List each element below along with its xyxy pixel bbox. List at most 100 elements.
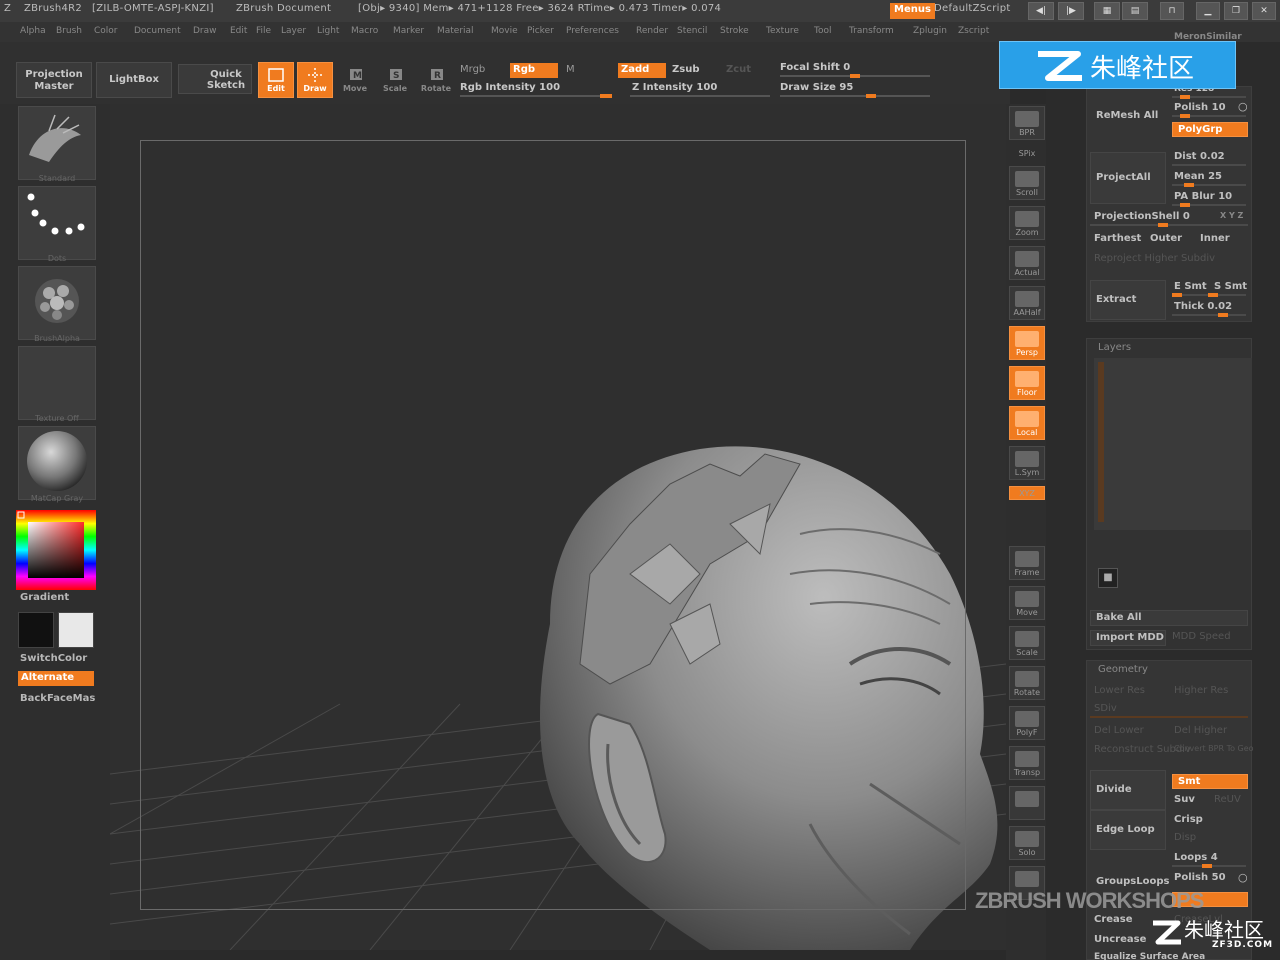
move-button[interactable]: Move: [1009, 586, 1045, 620]
res-knob[interactable]: [1180, 95, 1190, 99]
menus-button[interactable]: Menus: [890, 3, 935, 19]
aahalf-button[interactable]: AAHalf: [1009, 286, 1045, 320]
bake-all-button[interactable]: Bake All: [1090, 610, 1248, 626]
solo-button[interactable]: Solo: [1009, 826, 1045, 860]
gradient-label[interactable]: Gradient: [20, 592, 69, 603]
menu-light[interactable]: Light: [317, 26, 339, 36]
geometry-title[interactable]: Geometry: [1098, 664, 1148, 675]
reproject-higher-subdiv-button[interactable]: Reproject Higher Subdiv: [1094, 253, 1215, 264]
xyz-button[interactable]: XYZ: [1009, 486, 1045, 500]
rotate-mode-button[interactable]: R Rotate: [417, 62, 455, 98]
quick-sketch-button[interactable]: Quick Sketch: [178, 64, 252, 94]
layers-list[interactable]: [1094, 358, 1252, 530]
rotate-y-button[interactable]: [1009, 506, 1045, 522]
del-lower-button[interactable]: Del Lower: [1094, 725, 1144, 736]
stroke-thumbnail[interactable]: [18, 186, 96, 260]
next-layout-icon[interactable]: |▶: [1058, 2, 1084, 20]
lower-res-button[interactable]: Lower Res: [1094, 685, 1145, 696]
minimize-icon[interactable]: ▁: [1196, 2, 1220, 20]
default-zscript-button[interactable]: DefaultZScript: [934, 3, 1011, 14]
texture-thumbnail[interactable]: [18, 346, 96, 420]
rotate-button[interactable]: Rotate: [1009, 666, 1045, 700]
actual-button[interactable]: Actual: [1009, 246, 1045, 280]
thick-slider[interactable]: [1172, 314, 1246, 316]
zadd-toggle[interactable]: Zadd: [618, 63, 666, 78]
menu-material[interactable]: Material: [437, 26, 474, 36]
menu-zplugin[interactable]: Zplugin: [913, 26, 947, 36]
extract-button[interactable]: Extract: [1090, 280, 1166, 320]
menu-tool[interactable]: Tool: [814, 26, 831, 36]
secondary-color-swatch[interactable]: [58, 612, 94, 648]
rgb-intensity-slider[interactable]: [460, 95, 612, 97]
inner-toggle[interactable]: Inner: [1200, 233, 1230, 244]
crisp-toggle[interactable]: Crisp: [1174, 814, 1203, 825]
rgb-intensity-knob[interactable]: [600, 94, 612, 98]
sdiv-slider[interactable]: [1090, 716, 1248, 718]
menu-preferences[interactable]: Preferences: [566, 26, 619, 36]
frame-button[interactable]: Frame: [1009, 546, 1045, 580]
persp-button[interactable]: Persp: [1009, 326, 1045, 360]
switchcolor-button[interactable]: SwitchColor: [20, 653, 87, 664]
menu-color[interactable]: Color: [94, 26, 118, 36]
import-mdd-button[interactable]: Import MDD: [1090, 630, 1166, 646]
reuv-toggle[interactable]: ReUV: [1214, 794, 1241, 805]
dist-slider[interactable]: [1172, 164, 1246, 166]
edit-mode-button[interactable]: Edit: [258, 62, 294, 98]
local-button[interactable]: Local: [1009, 406, 1045, 440]
s-smt-knob[interactable]: [1208, 293, 1218, 297]
bpr-button[interactable]: BPR: [1009, 106, 1045, 140]
zcut-toggle[interactable]: Zcut: [726, 64, 751, 75]
move-mode-button[interactable]: M Move: [337, 62, 373, 98]
scale-mode-button[interactable]: S Scale: [377, 62, 413, 98]
polish-50-circle-icon[interactable]: ○: [1238, 871, 1248, 884]
menu-picker[interactable]: Picker: [527, 26, 554, 36]
material-thumbnail[interactable]: [18, 426, 96, 500]
alpha-thumbnail[interactable]: [18, 266, 96, 340]
menu-zscript[interactable]: Zscript: [958, 26, 989, 36]
main-color-swatch[interactable]: [18, 612, 54, 648]
lsym-button[interactable]: L.Sym: [1009, 446, 1045, 480]
xyz-axis-toggle[interactable]: X Y Z: [1220, 211, 1243, 220]
farthest-toggle[interactable]: Farthest: [1094, 233, 1141, 244]
polish-knob[interactable]: [1180, 114, 1190, 118]
m-toggle[interactable]: M: [566, 64, 575, 75]
uncrease-button[interactable]: Uncrease: [1094, 934, 1146, 945]
menu-macro[interactable]: Macro: [351, 26, 378, 36]
menu-stroke[interactable]: Stroke: [720, 26, 749, 36]
layers-title[interactable]: Layers: [1098, 342, 1131, 353]
projection-shell-slider[interactable]: [1090, 224, 1248, 226]
scroll-button[interactable]: Scroll: [1009, 166, 1045, 200]
menu-transform[interactable]: Transform: [849, 26, 894, 36]
projection-shell-knob[interactable]: [1158, 223, 1168, 227]
layer-square-icon[interactable]: ■: [1098, 568, 1118, 588]
suv-toggle[interactable]: Suv: [1174, 794, 1195, 805]
menu-render[interactable]: Render: [636, 26, 668, 36]
remesh-all-button[interactable]: ReMesh All: [1090, 94, 1166, 138]
focal-shift-knob[interactable]: [850, 74, 860, 78]
menu-layer[interactable]: Layer: [281, 26, 306, 36]
polyf-button[interactable]: PolyF: [1009, 706, 1045, 740]
rgb-toggle[interactable]: Rgb: [510, 63, 558, 78]
rotate-z-button[interactable]: [1009, 526, 1045, 542]
menu-edit[interactable]: Edit: [230, 26, 247, 36]
menu-texture[interactable]: Texture: [766, 26, 799, 36]
edge-loop-button[interactable]: Edge Loop: [1090, 810, 1166, 850]
zoom-button[interactable]: Zoom: [1009, 206, 1045, 240]
mean-knob[interactable]: [1184, 183, 1194, 187]
higher-res-button[interactable]: Higher Res: [1174, 685, 1228, 696]
outer-toggle[interactable]: Outer: [1150, 233, 1182, 244]
menu-movie[interactable]: Movie: [491, 26, 518, 36]
convert-bpr-button[interactable]: Convert BPR To Geo: [1174, 744, 1254, 753]
draw-mode-button[interactable]: Draw: [297, 62, 333, 98]
menu-file[interactable]: File: [256, 26, 271, 36]
crease-button[interactable]: Crease: [1094, 914, 1133, 925]
polygrp-toggle[interactable]: PolyGrp: [1172, 122, 1248, 137]
layout-alt-icon[interactable]: ▤: [1122, 2, 1148, 20]
draw-size-knob[interactable]: [866, 94, 876, 98]
mrgb-toggle[interactable]: Mrgb: [460, 64, 485, 75]
projection-master-button[interactable]: Projection Master: [16, 62, 92, 98]
z-intensity-slider[interactable]: [630, 95, 770, 97]
menu-document[interactable]: Document: [134, 26, 181, 36]
backface-mask-toggle[interactable]: BackFaceMas: [20, 693, 95, 704]
polish-circle-icon[interactable]: ○: [1238, 100, 1248, 113]
